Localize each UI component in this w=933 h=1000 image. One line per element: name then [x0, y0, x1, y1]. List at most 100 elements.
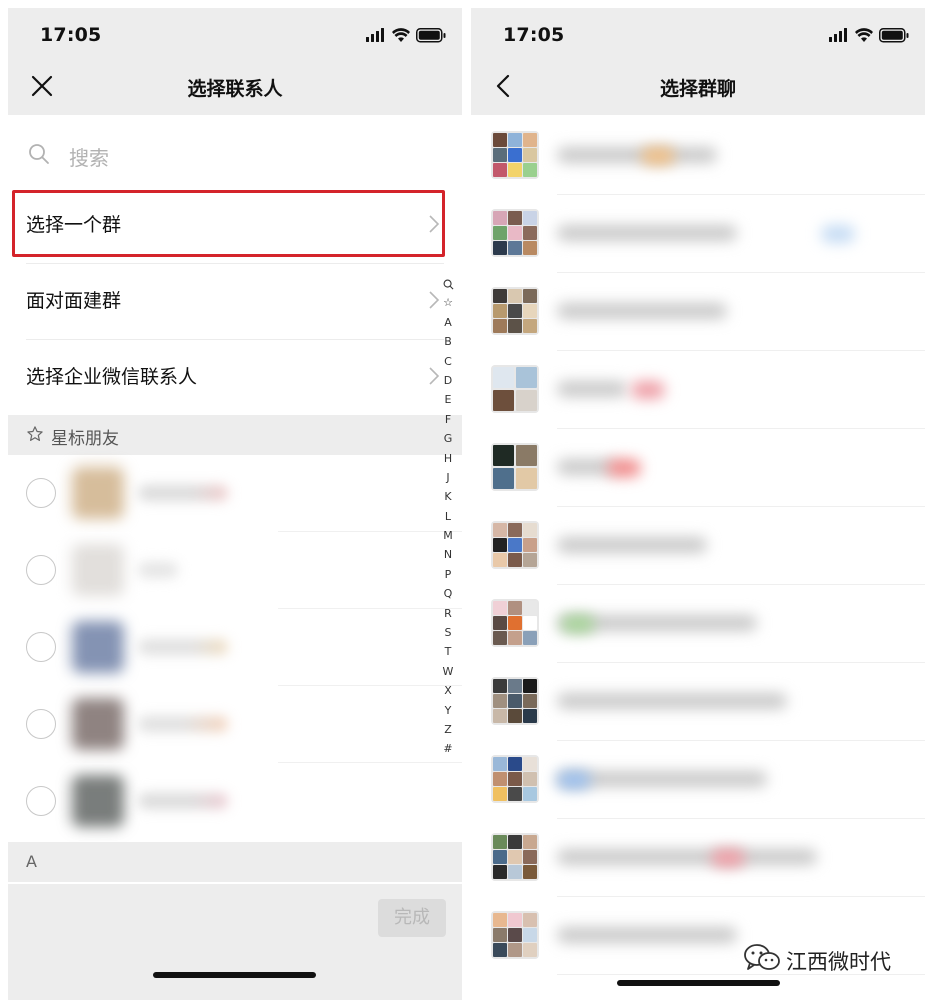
wifi-icon	[855, 28, 873, 42]
group-chat-row[interactable]	[471, 663, 925, 741]
index-letter[interactable]: J	[440, 468, 456, 487]
select-checkbox[interactable]	[26, 478, 56, 508]
watermark-text: 江西微时代	[786, 950, 891, 974]
index-letter[interactable]: T	[440, 642, 456, 661]
highlight-frame	[12, 190, 445, 257]
group-chat-row[interactable]	[471, 741, 925, 819]
index-letter[interactable]: E	[440, 390, 456, 409]
group-name	[557, 537, 707, 553]
group-name	[557, 225, 737, 241]
index-letter[interactable]: #	[440, 739, 456, 758]
home-indicator	[617, 980, 780, 986]
menu-item-face-to-face-group[interactable]: 面对面建群	[8, 264, 462, 340]
index-letter[interactable]: G	[440, 429, 456, 448]
group-avatar	[491, 287, 539, 335]
index-letter[interactable]: B	[440, 332, 456, 351]
group-chat-row[interactable]	[471, 429, 925, 507]
group-chat-row[interactable]	[471, 117, 925, 195]
select-checkbox[interactable]	[26, 555, 56, 585]
group-name-accent	[557, 771, 591, 789]
group-chat-row[interactable]	[471, 819, 925, 897]
index-letter[interactable]: L	[440, 507, 456, 526]
signal-icon	[829, 28, 847, 42]
index-letter[interactable]: N	[440, 545, 456, 564]
group-name	[557, 693, 787, 709]
section-header-a: A	[8, 842, 462, 882]
index-letter[interactable]: H	[440, 449, 456, 468]
index-letter[interactable]: Q	[440, 584, 456, 603]
group-avatar	[491, 443, 539, 491]
group-avatar	[491, 599, 539, 647]
status-time: 17:05	[503, 24, 565, 46]
group-avatar	[491, 365, 539, 413]
select-checkbox[interactable]	[26, 709, 56, 739]
group-avatar	[491, 209, 539, 257]
group-name	[557, 303, 727, 319]
status-icons	[829, 28, 909, 43]
group-chat-row[interactable]	[471, 195, 925, 273]
alphabet-index[interactable]: ☆ A B C D E F G H J K L M N P Q R S T W …	[440, 274, 456, 759]
wifi-icon	[392, 28, 410, 42]
menu-item-label: 面对面建群	[26, 290, 122, 312]
index-letter[interactable]: P	[440, 565, 456, 584]
watermark: 江西微时代	[742, 940, 912, 980]
menu-item-label: 选择企业微信联系人	[26, 366, 198, 388]
index-letter[interactable]: M	[440, 526, 456, 545]
starred-section-header: 星标朋友	[8, 415, 462, 455]
index-letter[interactable]: Y	[440, 701, 456, 720]
group-chat-row[interactable]	[471, 507, 925, 585]
index-letter[interactable]: W	[440, 662, 456, 681]
select-checkbox[interactable]	[26, 786, 56, 816]
status-icons	[366, 28, 446, 43]
done-button[interactable]: 完成	[378, 899, 446, 937]
group-chat-row[interactable]	[471, 351, 925, 429]
group-chat-row[interactable]	[471, 273, 925, 351]
index-letter[interactable]: C	[440, 352, 456, 371]
search-placeholder: 搜索	[69, 146, 109, 170]
group-name-accent	[821, 225, 855, 243]
battery-icon	[879, 28, 909, 43]
group-name-accent	[631, 381, 665, 399]
index-letter[interactable]: R	[440, 604, 456, 623]
select-checkbox[interactable]	[26, 632, 56, 662]
group-name	[557, 927, 737, 943]
starred-label: 星标朋友	[51, 429, 119, 449]
index-letter[interactable]: S	[440, 623, 456, 642]
home-indicator	[153, 972, 316, 978]
group-name	[557, 147, 717, 163]
section-letter: A	[26, 852, 37, 871]
search-icon	[29, 144, 49, 164]
group-chat-row[interactable]	[471, 585, 925, 663]
group-name-accent	[711, 849, 745, 867]
search-input[interactable]: 搜索	[8, 115, 462, 189]
index-letter[interactable]: K	[440, 487, 456, 506]
nav-header: 17:05 选择群聊	[471, 8, 925, 115]
group-picker-screen: 17:05 选择群聊	[471, 8, 925, 1000]
index-letter[interactable]: A	[440, 313, 456, 332]
group-name-accent	[607, 459, 641, 477]
group-avatar	[491, 755, 539, 803]
group-avatar	[491, 521, 539, 569]
index-letter[interactable]: F	[440, 410, 456, 429]
index-letter[interactable]: Z	[440, 720, 456, 739]
group-avatar	[491, 911, 539, 959]
chevron-right-icon	[429, 367, 440, 385]
status-time: 17:05	[40, 24, 102, 46]
index-letter[interactable]: D	[440, 371, 456, 390]
bottom-toolbar: 完成	[8, 884, 462, 1000]
star-icon	[27, 426, 43, 441]
index-letter[interactable]: ☆	[440, 293, 456, 312]
group-avatar	[491, 833, 539, 881]
battery-icon	[416, 28, 446, 43]
group-name-accent	[561, 615, 595, 633]
index-letter[interactable]: X	[440, 681, 456, 700]
group-name	[557, 849, 817, 865]
contact-picker-screen: 17:05 选择联系人 搜索 选择一个群 面对面建群 选择企业微信联系人 星标朋…	[8, 8, 462, 1000]
index-search-icon[interactable]	[440, 274, 456, 293]
signal-icon	[366, 28, 384, 42]
wechat-logo-icon	[744, 944, 780, 970]
chevron-right-icon	[429, 291, 440, 309]
menu-item-enterprise-contacts[interactable]: 选择企业微信联系人	[8, 340, 462, 416]
group-avatar	[491, 131, 539, 179]
nav-header: 17:05 选择联系人	[8, 8, 462, 115]
